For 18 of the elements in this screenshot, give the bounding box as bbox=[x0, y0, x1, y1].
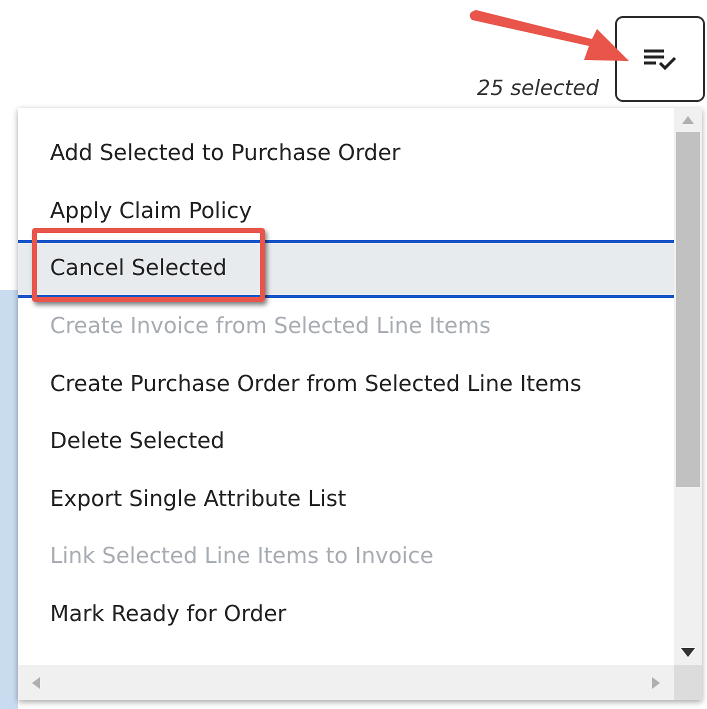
vertical-scrollbar[interactable] bbox=[674, 108, 702, 665]
scroll-thumb[interactable] bbox=[676, 132, 700, 487]
scroll-up-icon bbox=[682, 116, 694, 124]
selection-count: 25 selected bbox=[476, 76, 599, 100]
list-check-icon bbox=[642, 48, 678, 70]
menu-item[interactable]: Apply Claim Policy bbox=[18, 182, 674, 240]
menu-item[interactable]: Add Selected to Purchase Order bbox=[18, 125, 674, 183]
scroll-right-icon bbox=[652, 676, 660, 688]
scrollbar-corner bbox=[674, 665, 702, 700]
scroll-left-icon bbox=[32, 676, 40, 688]
menu-item[interactable]: Cancel Selected bbox=[18, 240, 674, 298]
menu-item[interactable]: Delete Selected bbox=[18, 412, 674, 471]
horizontal-scrollbar[interactable] bbox=[18, 665, 674, 700]
menu-item[interactable]: Export Single Attribute List bbox=[18, 470, 674, 528]
menu-item[interactable]: Create Purchase Order from Selected Line Items bbox=[18, 355, 674, 413]
scroll-down-icon bbox=[681, 648, 695, 657]
menu-item[interactable]: Mark Ready for Order bbox=[18, 586, 674, 644]
bulk-actions-button[interactable] bbox=[615, 16, 705, 102]
